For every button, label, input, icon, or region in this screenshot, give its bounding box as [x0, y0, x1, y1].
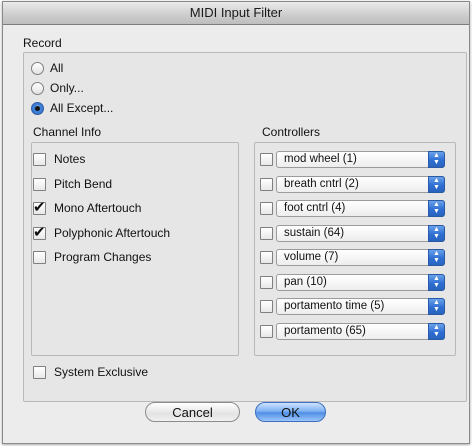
mono-aftertouch-checkbox[interactable] — [33, 198, 46, 216]
controller-checkbox[interactable] — [260, 324, 273, 338]
controller-row: volume (7) ▲ ▼ — [260, 248, 445, 266]
controller-popup[interactable]: foot cntrl (4) ▲ ▼ — [276, 199, 445, 217]
program-changes-checkbox[interactable] — [33, 250, 46, 264]
channel-item-pitch-bend[interactable]: Pitch Bend — [33, 175, 112, 193]
controller-popup[interactable]: portamento time (5) ▲ ▼ — [276, 297, 445, 315]
system-exclusive-checkbox[interactable] — [33, 365, 46, 379]
system-exclusive-row[interactable]: System Exclusive — [33, 363, 148, 381]
popup-arrows-icon: ▲ ▼ — [428, 273, 445, 291]
pitch-bend-checkbox[interactable] — [33, 177, 46, 191]
controller-popup[interactable]: sustain (64) ▲ ▼ — [276, 224, 445, 242]
controller-popup-value: foot cntrl (4) — [284, 201, 346, 214]
midi-input-filter-dialog: MIDI Input Filter Record All Only... All… — [2, 1, 470, 444]
channel-item-notes[interactable]: Notes — [33, 150, 85, 168]
popup-arrows-icon: ▲ ▼ — [428, 224, 445, 242]
mono-aftertouch-label: Mono Aftertouch — [54, 201, 142, 215]
controller-row: portamento time (5) ▲ ▼ — [260, 297, 445, 315]
controller-checkbox[interactable] — [260, 275, 273, 289]
record-option-all-except[interactable]: All Except... — [31, 99, 113, 117]
pitch-bend-label: Pitch Bend — [54, 177, 113, 191]
record-option-all-label: All — [50, 61, 64, 75]
controller-popup-value: portamento time (5) — [284, 299, 385, 312]
controller-row: portamento (65) ▲ ▼ — [260, 322, 445, 340]
controller-popup-value: portamento (65) — [284, 324, 366, 337]
notes-checkbox[interactable] — [33, 152, 46, 166]
controller-checkbox[interactable] — [260, 177, 273, 191]
record-label: Record — [23, 36, 62, 50]
controller-row: sustain (64) ▲ ▼ — [260, 224, 445, 242]
radio-all[interactable] — [31, 61, 44, 75]
polyphonic-aftertouch-checkbox[interactable] — [33, 223, 46, 241]
controller-popup-value: sustain (64) — [284, 226, 345, 239]
channel-item-polyphonic-aftertouch[interactable]: Polyphonic Aftertouch — [33, 223, 171, 242]
controller-popup[interactable]: mod wheel (1) ▲ ▼ — [276, 150, 445, 168]
controller-row: foot cntrl (4) ▲ ▼ — [260, 199, 445, 217]
controller-popup[interactable]: breath cntrl (2) ▲ ▼ — [276, 175, 445, 193]
channel-item-mono-aftertouch[interactable]: Mono Aftertouch — [33, 198, 142, 217]
record-option-only-label: Only... — [50, 81, 84, 95]
controller-row: mod wheel (1) ▲ ▼ — [260, 150, 445, 168]
system-exclusive-label: System Exclusive — [54, 365, 149, 379]
controller-popup-value: mod wheel (1) — [284, 152, 357, 165]
record-option-only[interactable]: Only... — [31, 79, 84, 97]
controllers-label: Controllers — [262, 125, 321, 139]
popup-arrows-icon: ▲ ▼ — [428, 150, 445, 168]
controller-row: breath cntrl (2) ▲ ▼ — [260, 175, 445, 193]
controller-popup[interactable]: pan (10) ▲ ▼ — [276, 273, 445, 291]
notes-label: Notes — [54, 152, 86, 166]
controller-checkbox[interactable] — [260, 250, 273, 264]
controller-popup-value: breath cntrl (2) — [284, 177, 359, 190]
program-changes-label: Program Changes — [54, 250, 152, 264]
controller-popup[interactable]: portamento (65) ▲ ▼ — [276, 322, 445, 340]
controller-checkbox[interactable] — [260, 152, 273, 166]
controller-popup-value: volume (7) — [284, 250, 339, 263]
window-title: MIDI Input Filter — [3, 2, 469, 25]
radio-only[interactable] — [31, 81, 44, 95]
record-option-all-except-label: All Except... — [50, 101, 114, 115]
popup-arrows-icon: ▲ ▼ — [428, 322, 445, 340]
radio-all-except[interactable] — [31, 101, 44, 115]
ok-button[interactable]: OK — [255, 402, 326, 422]
record-option-all[interactable]: All — [31, 59, 63, 77]
controller-checkbox[interactable] — [260, 201, 273, 215]
controller-checkbox[interactable] — [260, 226, 273, 240]
channel-item-program-changes[interactable]: Program Changes — [33, 248, 151, 266]
polyphonic-aftertouch-label: Polyphonic Aftertouch — [54, 226, 171, 240]
popup-arrows-icon: ▲ ▼ — [428, 248, 445, 266]
cancel-button[interactable]: Cancel — [145, 402, 240, 422]
popup-arrows-icon: ▲ ▼ — [428, 175, 445, 193]
popup-arrows-icon: ▲ ▼ — [428, 297, 445, 315]
channel-info-label: Channel Info — [33, 125, 102, 139]
controller-checkbox[interactable] — [260, 299, 273, 313]
controller-popup[interactable]: volume (7) ▲ ▼ — [276, 248, 445, 266]
controller-popup-value: pan (10) — [284, 275, 327, 288]
popup-arrows-icon: ▲ ▼ — [428, 199, 445, 217]
controller-row: pan (10) ▲ ▼ — [260, 273, 445, 291]
